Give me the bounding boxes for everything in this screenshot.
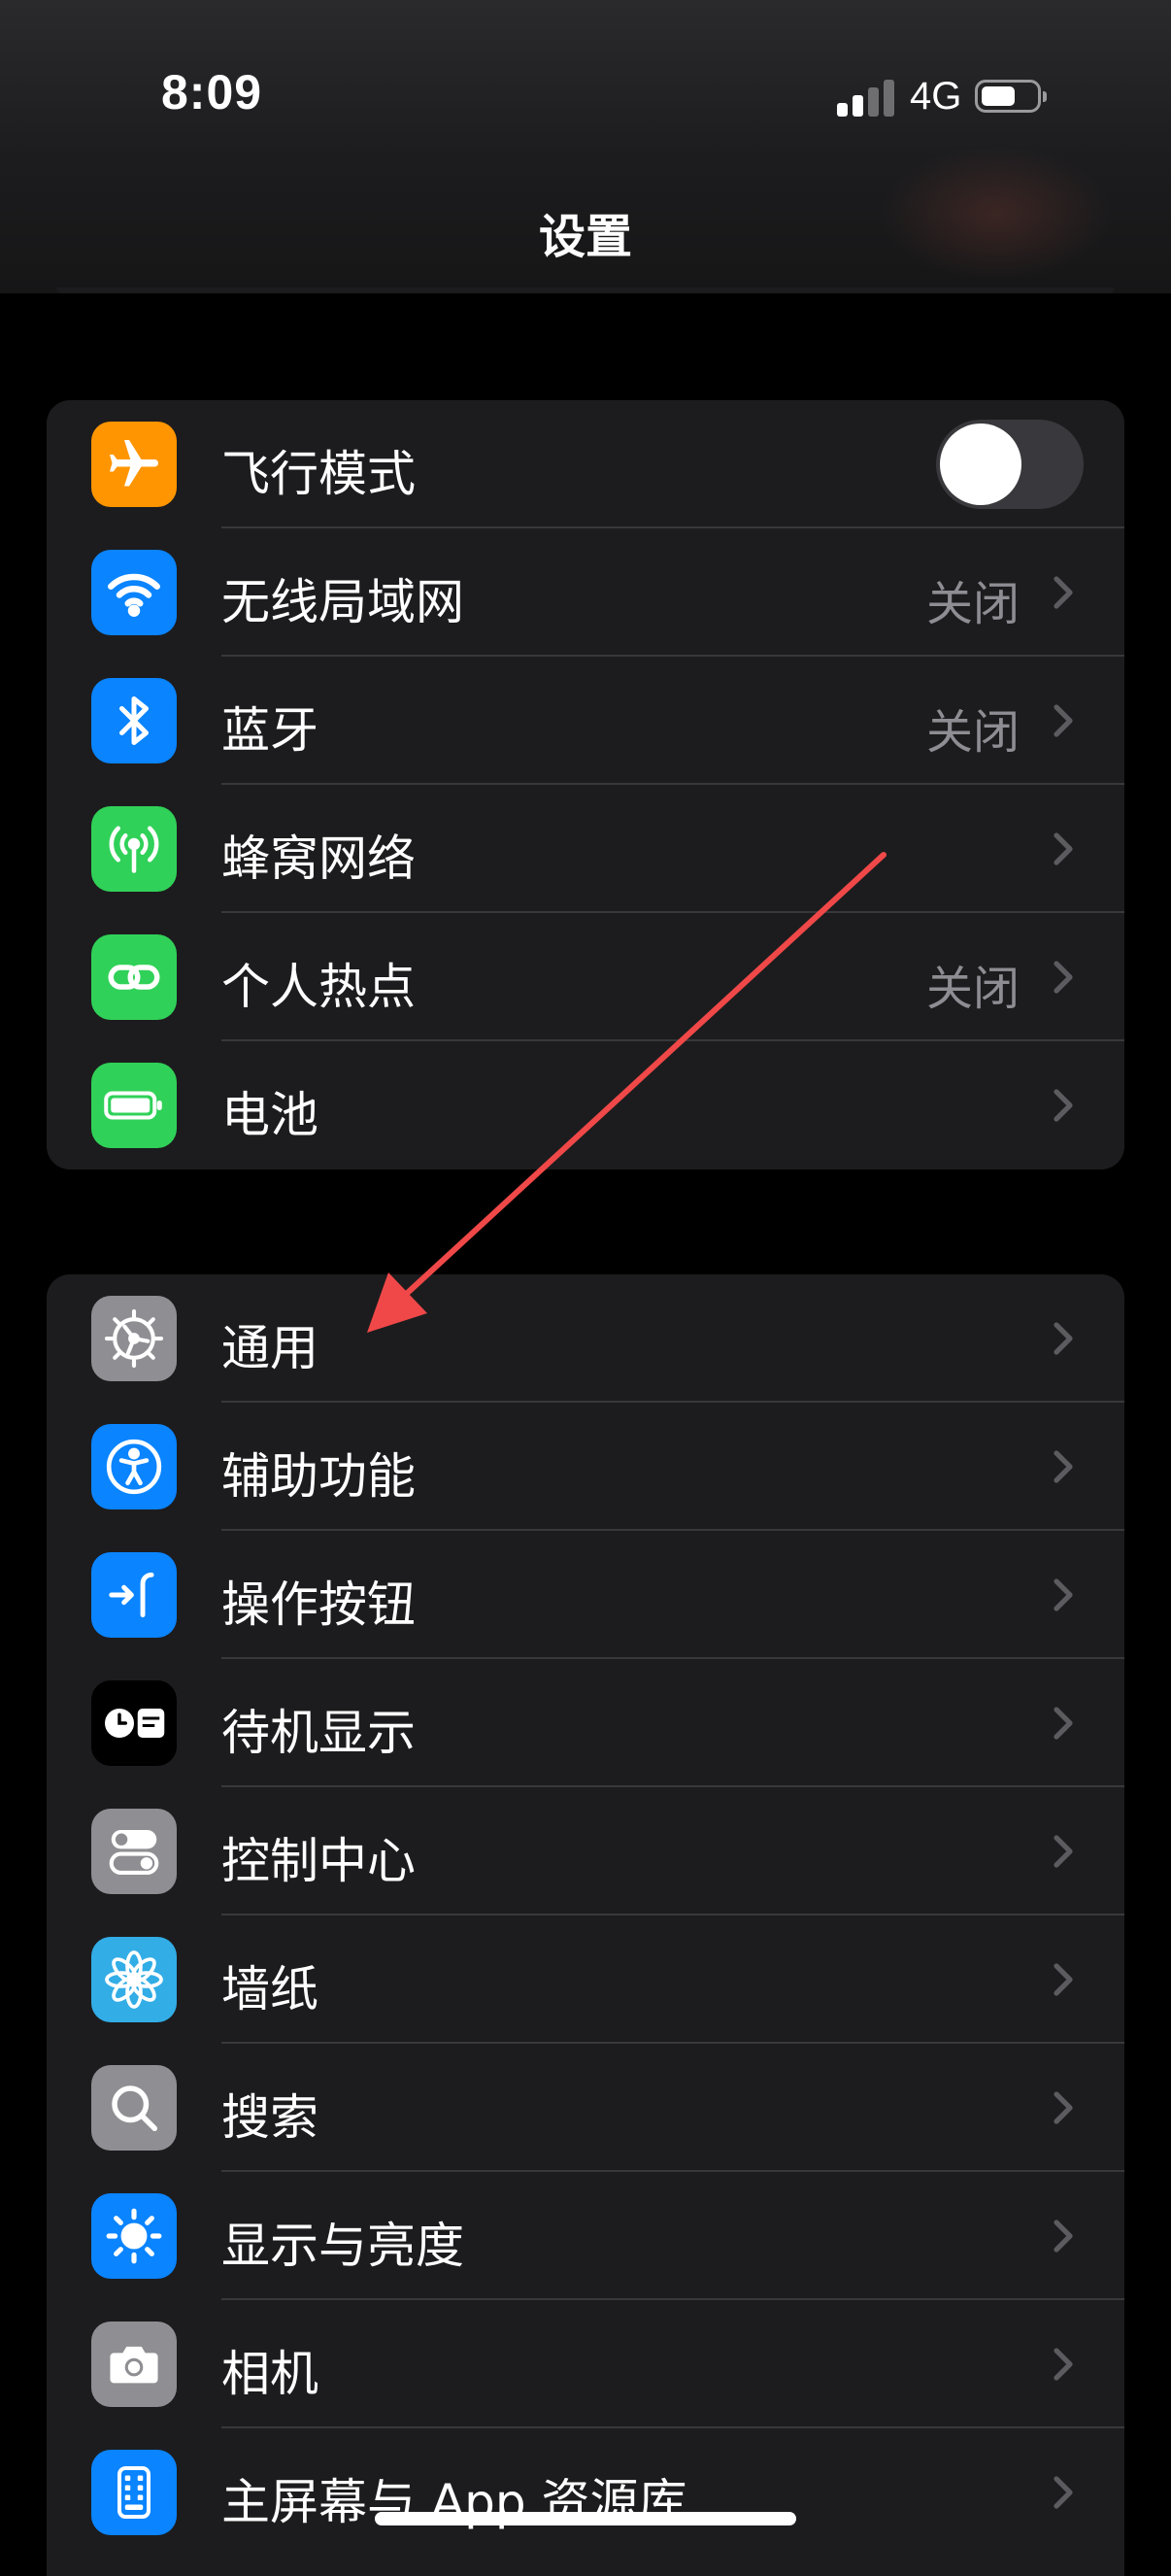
row-label: 蓝牙: [221, 702, 318, 759]
chevron-right-icon: [1054, 1835, 1073, 1868]
row-label: 控制中心: [221, 1833, 416, 1889]
home-screen-icon: [91, 2450, 177, 2535]
action-button-icon: [91, 1552, 177, 1638]
row-airplane-mode: 飞行模式: [47, 400, 1124, 528]
airplane-icon: [91, 422, 177, 507]
wifi-status-value: 关闭: [925, 577, 1020, 631]
antenna-icon: [91, 806, 177, 892]
chevron-right-icon: [1054, 2220, 1073, 2253]
battery-icon: [91, 1063, 177, 1148]
chevron-right-icon: [1054, 961, 1073, 994]
header-divider: [56, 288, 1115, 293]
cellular-signal-icon: [837, 76, 894, 117]
link-icon: [91, 934, 177, 1020]
flower-icon: [91, 1937, 177, 2022]
airplane-mode-toggle[interactable]: [936, 420, 1084, 509]
standby-icon: [91, 1680, 177, 1766]
row-label: 辅助功能: [221, 1448, 416, 1505]
row-search[interactable]: 搜索: [47, 2044, 1124, 2172]
system-group: 通用 辅助功能 操作按钮 待机显示 控制中心 墙纸 搜索 显示与亮度 相机 主屏…: [47, 1274, 1124, 2576]
chevron-right-icon: [1054, 1322, 1073, 1355]
toggle-knob: [940, 424, 1021, 505]
wifi-icon: [91, 550, 177, 635]
navigation-header: 8:09 4G 设置: [0, 0, 1171, 293]
home-indicator[interactable]: [375, 2512, 796, 2525]
chevron-right-icon: [1054, 1578, 1073, 1611]
chevron-right-icon: [1054, 832, 1073, 865]
switches-icon: [91, 1809, 177, 1894]
row-camera[interactable]: 相机: [47, 2300, 1124, 2428]
gear-icon: [91, 1296, 177, 1381]
row-bluetooth[interactable]: 蓝牙 关闭: [47, 657, 1124, 785]
sun-icon: [91, 2193, 177, 2279]
network-type: 4G: [910, 74, 962, 118]
chevron-right-icon: [1054, 2348, 1073, 2381]
chevron-right-icon: [1054, 576, 1073, 609]
row-label: 个人热点: [221, 959, 416, 1015]
row-accessibility[interactable]: 辅助功能: [47, 1403, 1124, 1531]
row-home-screen[interactable]: 主屏幕与 App 资源库: [47, 2428, 1124, 2557]
search-icon: [91, 2065, 177, 2151]
status-indicators: 4G: [837, 72, 1048, 120]
status-time: 8:09: [161, 65, 263, 119]
row-label: 显示与亮度: [221, 2218, 464, 2274]
row-label: 相机: [221, 2346, 318, 2402]
battery-status-icon: [975, 80, 1048, 113]
chevron-right-icon: [1054, 1963, 1073, 1996]
row-display[interactable]: 显示与亮度: [47, 2172, 1124, 2300]
accessibility-icon: [91, 1424, 177, 1509]
hotspot-status-value: 关闭: [925, 962, 1020, 1016]
row-label: 墙纸: [221, 1961, 318, 2017]
row-label: 操作按钮: [221, 1576, 416, 1633]
page-title: 设置: [538, 210, 632, 264]
row-action-button[interactable]: 操作按钮: [47, 1531, 1124, 1659]
connectivity-group: 飞行模式 无线局域网 关闭 蓝牙 关闭 蜂窝网络 个人热点 关闭 电池: [47, 400, 1124, 1169]
row-label: 搜索: [221, 2089, 318, 2146]
chevron-right-icon: [1054, 704, 1073, 737]
row-label: 电池: [221, 1087, 318, 1143]
row-label: 通用: [221, 1320, 318, 1376]
row-label: 飞行模式: [221, 446, 416, 502]
row-label: 蜂窝网络: [221, 830, 416, 887]
chevron-right-icon: [1054, 2091, 1073, 2124]
row-standby[interactable]: 待机显示: [47, 1659, 1124, 1787]
row-label: 待机显示: [221, 1705, 416, 1761]
chevron-right-icon: [1054, 2476, 1073, 2509]
row-wifi[interactable]: 无线局域网 关闭: [47, 528, 1124, 657]
camera-icon: [91, 2322, 177, 2407]
chevron-right-icon: [1054, 1089, 1073, 1122]
row-cellular[interactable]: 蜂窝网络: [47, 785, 1124, 913]
row-hotspot[interactable]: 个人热点 关闭: [47, 913, 1124, 1041]
bluetooth-icon: [91, 678, 177, 763]
row-general[interactable]: 通用: [47, 1274, 1124, 1403]
row-control-center[interactable]: 控制中心: [47, 1787, 1124, 1915]
row-battery[interactable]: 电池: [47, 1041, 1124, 1169]
chevron-right-icon: [1054, 1707, 1073, 1740]
chevron-right-icon: [1054, 1450, 1073, 1483]
bluetooth-status-value: 关闭: [925, 705, 1020, 760]
row-label: 无线局域网: [221, 574, 464, 630]
row-wallpaper[interactable]: 墙纸: [47, 1915, 1124, 2044]
